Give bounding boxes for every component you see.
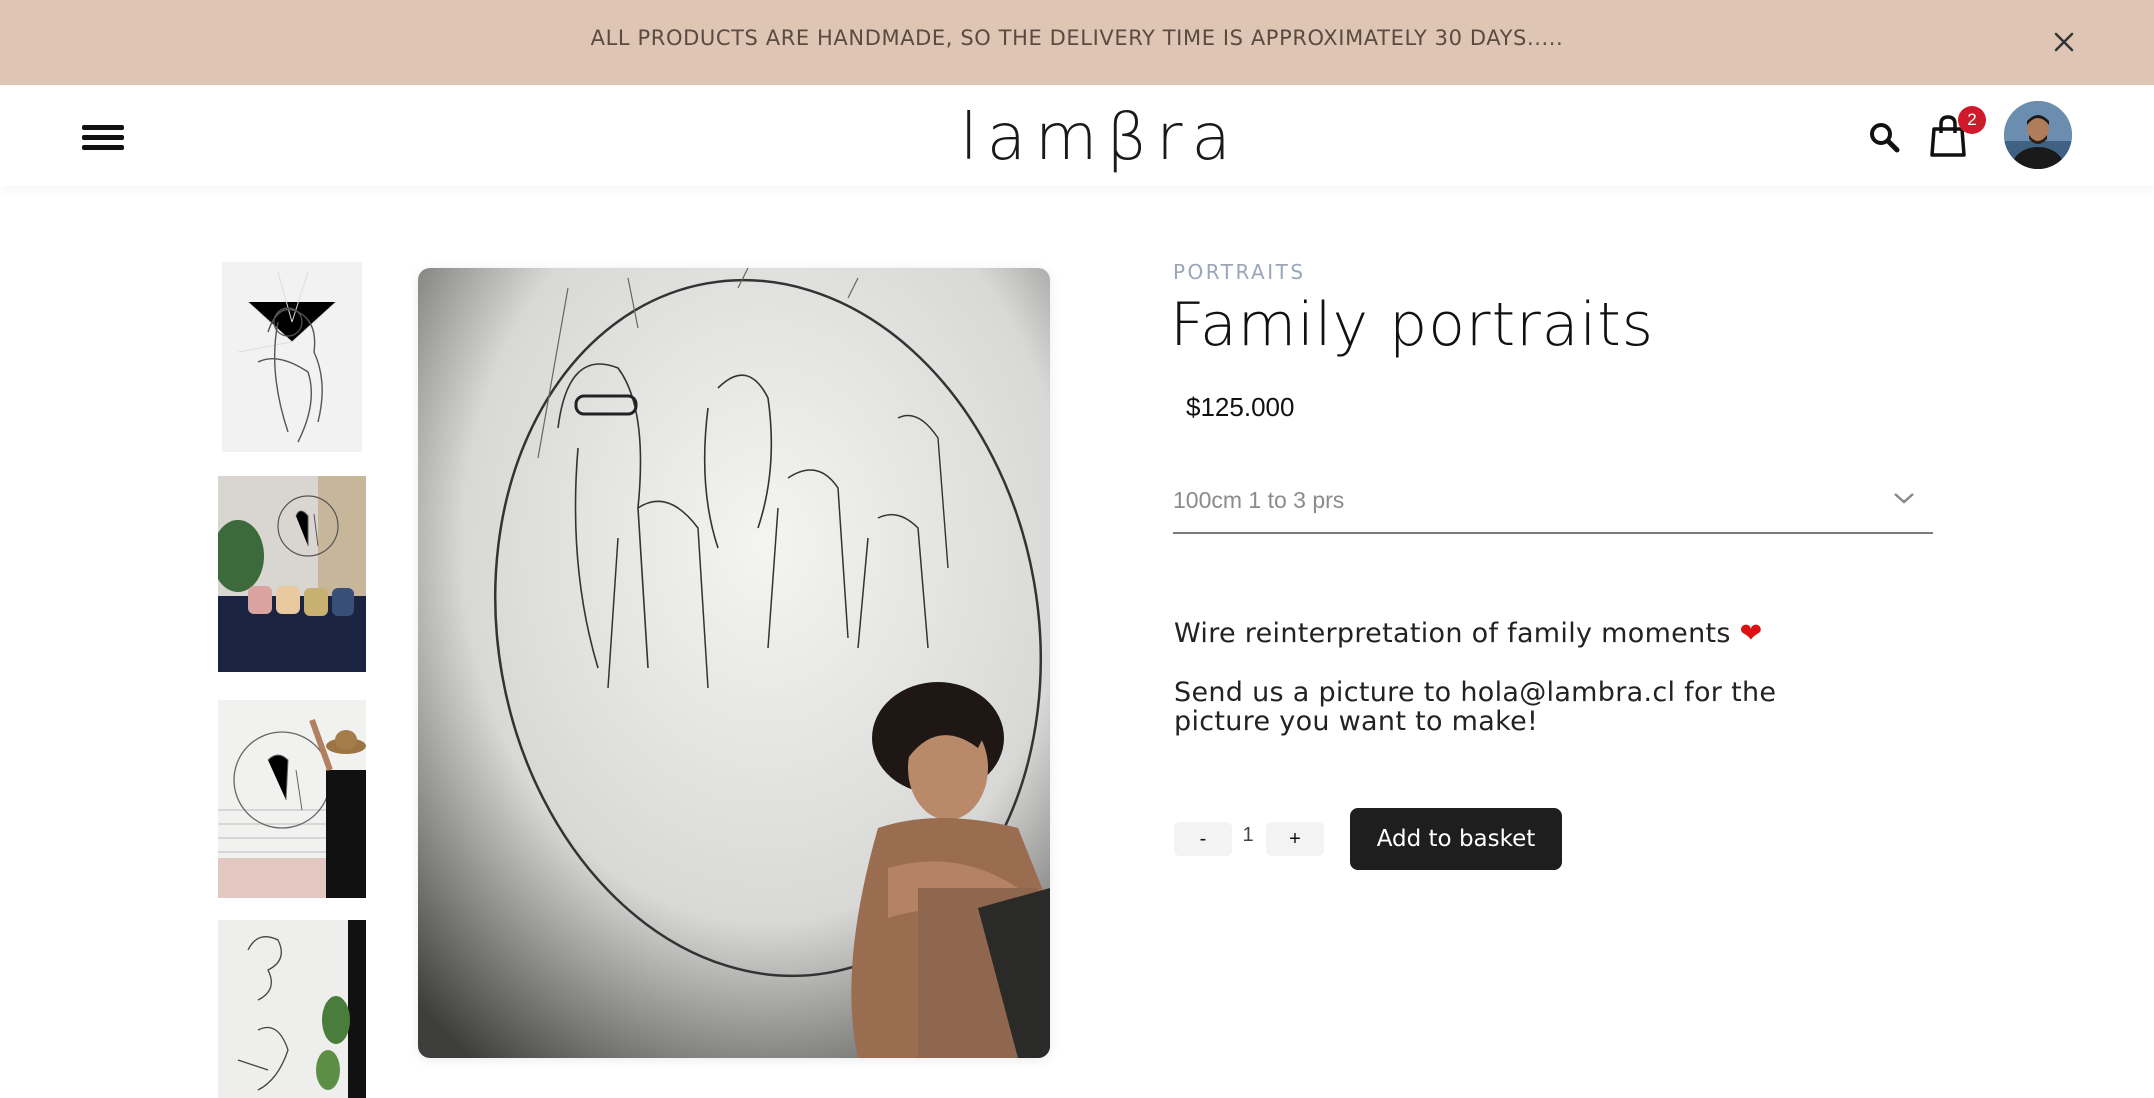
living-room-wall-thumbnail[interactable] — [218, 476, 366, 672]
variant-selected-value: 100cm 1 to 3 prs — [1173, 487, 1345, 513]
product-title: Family portraits — [1170, 290, 1655, 360]
wire-hug-thumbnail[interactable] — [218, 262, 366, 452]
search-icon[interactable] — [1866, 119, 1902, 155]
variant-select[interactable]: 100cm 1 to 3 prs — [1173, 470, 1933, 534]
product-category[interactable]: PORTRAITS — [1173, 260, 1306, 284]
cart-count-badge: 2 — [1958, 106, 1986, 134]
quantity-increase-button[interactable]: + — [1266, 822, 1324, 856]
family-wire-portrait-with-woman[interactable] — [418, 268, 1050, 1058]
announcement-bar: ALL PRODUCTS ARE HANDMADE, SO THE DELIVE… — [0, 0, 2154, 85]
quantity-decrease-button[interactable]: - — [1174, 822, 1232, 856]
site-logo[interactable]: lamβra — [960, 99, 1231, 177]
product-description-line2: Send us a picture to hola@lambra.cl for … — [1174, 677, 1777, 737]
chevron-down-icon — [1891, 488, 1917, 508]
quantity-value[interactable]: 1 — [1236, 824, 1260, 847]
announcement-text: ALL PRODUCTS ARE HANDMADE, SO THE DELIVE… — [590, 26, 1564, 50]
add-to-basket-button[interactable]: Add to basket — [1350, 808, 1562, 870]
hamburger-menu-icon[interactable] — [82, 125, 124, 155]
description-text: Wire reinterpretation of family moments — [1174, 618, 1731, 649]
product-description-line1: Wire reinterpretation of family moments … — [1174, 618, 1763, 649]
user-avatar[interactable] — [2004, 101, 2072, 169]
product-price: $125.000 — [1186, 392, 1295, 422]
site-header: lamβra 2 — [0, 85, 2154, 186]
woman-hanging-wire-art-thumbnail[interactable] — [218, 700, 366, 898]
close-icon[interactable] — [2046, 24, 2082, 60]
heart-icon: ❤ — [1739, 618, 1763, 649]
wire-faces-plant-thumbnail[interactable] — [218, 920, 366, 1098]
